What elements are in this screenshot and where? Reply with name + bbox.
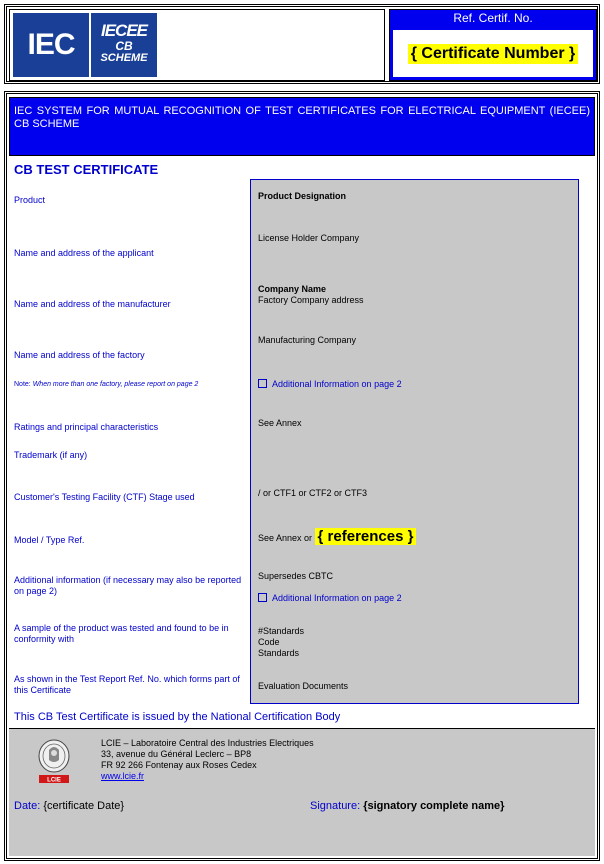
additional-info-checkbox-1[interactable]: Additional Information on page 2 [258,379,402,390]
issued-by-text: This CB Test Certificate is issued by th… [14,711,341,723]
label-test-report: As shown in the Test Report Ref. No. whi… [14,674,240,695]
value-ratings[interactable]: See Annex [258,418,302,429]
date-field[interactable]: Date: {certificate Date} [14,800,124,812]
checkbox-icon[interactable] [258,593,267,602]
signature-field[interactable]: Signature: {signatory complete name} [310,800,504,812]
value-model[interactable]: See Annex or { references } [258,528,417,545]
additional-info-label-2: Additional Information on page 2 [272,593,402,603]
iecee-cb-scheme-logo: IECEE CB SCHEME [91,13,157,77]
ncb-website-link[interactable]: www.lcie.fr [101,771,144,781]
value-product-designation[interactable]: Product Designation [258,191,346,202]
ncb-city: FR 92 266 Fontenay aux Roses Cedex [101,760,257,770]
cb-logo-text: CB [115,39,133,53]
value-factory-address[interactable]: Factory Company address [258,295,364,306]
seal-text: LCIE [47,778,61,784]
value-applicant[interactable]: License Holder Company [258,233,359,244]
note-prefix: Note: [14,381,33,388]
label-product: Product [14,195,46,205]
standards-line-1: #Standards [258,626,305,636]
value-company-name[interactable]: Company Name [258,284,326,295]
label-additional-info: Additional information (if necessary may… [14,575,242,596]
iec-logo: IEC [13,13,89,77]
checkbox-icon[interactable] [258,379,267,388]
date-label: Date: [14,800,41,812]
signature-label: Signature: [310,800,361,812]
certificate-number-field[interactable]: { Certificate Number } [393,30,593,77]
additional-info-label-1: Additional Information on page 2 [272,379,402,389]
value-supersedes[interactable]: Supersedes CBTC [258,571,333,582]
ncb-address: LCIE – Laboratoire Central des Industrie… [101,738,314,782]
label-model: Model / Type Ref. [14,535,85,545]
label-sample: A sample of the product was tested and f… [14,623,229,644]
label-ctf: Customer's Testing Facility (CTF) Stage … [14,492,195,502]
date-value: {certificate Date} [43,800,125,812]
label-trademark: Trademark (if any) [14,450,88,460]
label-ratings: Ratings and principal characteristics [14,422,159,432]
model-prefix: See Annex or [258,533,315,543]
scheme-logo-text: SCHEME [100,52,148,64]
label-applicant: Name and address of the applicant [14,248,154,258]
label-manufacturer: Name and address of the manufacturer [14,299,171,309]
system-title: IEC SYSTEM FOR MUTUAL RECOGNITION OF TES… [14,105,590,130]
label-note: Note: When more than one factory, please… [14,381,198,388]
iec-logo-text: IEC [27,28,75,61]
value-ctf[interactable]: / or CTF1 or CTF2 or CTF3 [258,488,367,499]
certificate-number: { Certificate Number } [407,43,579,64]
cb-test-certificate-title: CB TEST CERTIFICATE [14,162,159,177]
value-manufacturing-company[interactable]: Manufacturing Company [258,335,356,346]
lcie-seal-icon: LCIE [38,739,70,784]
signature-value: {signatory complete name} [363,800,505,812]
ref-certif-label: Ref. Certif. No. [453,11,533,25]
references-placeholder: { references } [314,528,417,545]
value-evaluation-documents[interactable]: Evaluation Documents [258,681,348,692]
standards-line-2: Code [258,637,280,647]
note-text: When more than one factory, please repor… [32,381,199,388]
additional-info-checkbox-2[interactable]: Additional Information on page 2 [258,593,402,604]
value-standards[interactable]: #Standards Code Standards [258,626,304,659]
ncb-street: 33, avenue du Général Leclerc – BP8 [101,749,252,759]
iecee-logo-text: IECEE [100,21,148,40]
label-factory: Name and address of the factory [14,350,145,360]
standards-line-3: Standards [258,648,300,658]
ncb-name: LCIE – Laboratoire Central des Industrie… [101,738,314,748]
